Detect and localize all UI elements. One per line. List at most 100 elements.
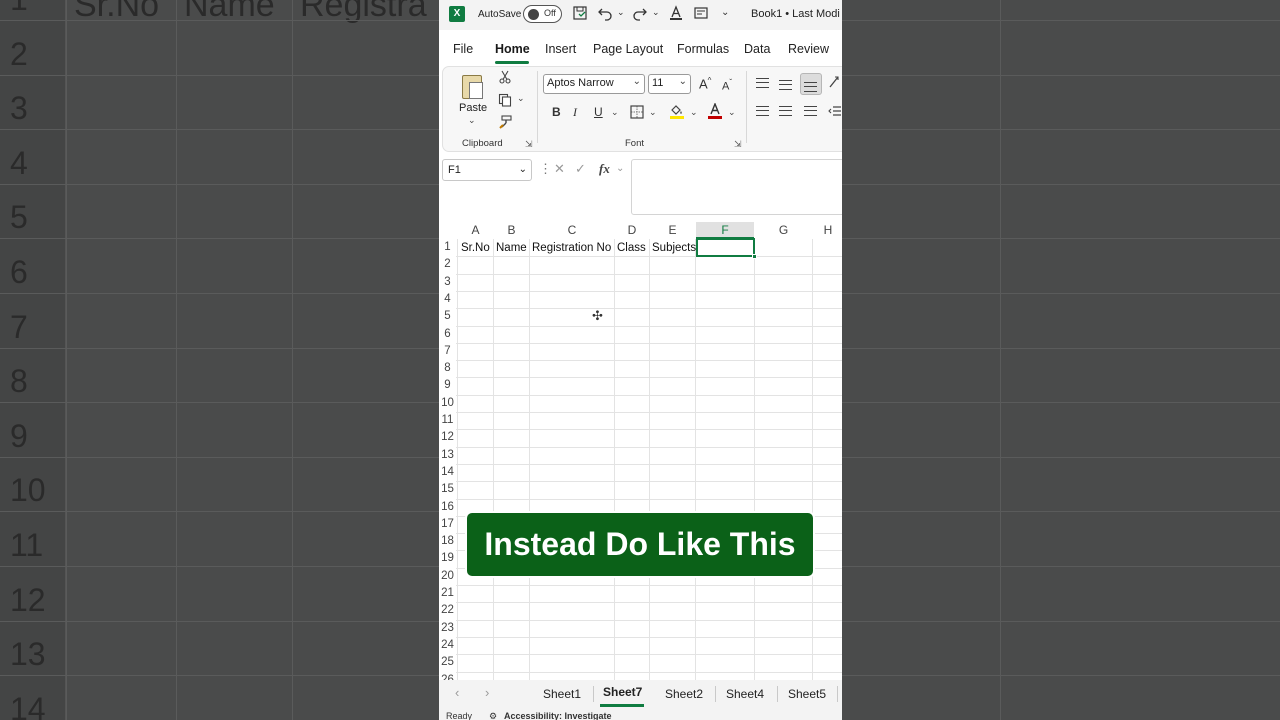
insert-function-icon[interactable]: fx: [599, 161, 610, 177]
next-sheet-icon[interactable]: ›: [485, 685, 489, 700]
tab-file[interactable]: File: [453, 42, 473, 56]
row-header[interactable]: 6: [439, 326, 456, 343]
font-launcher-icon[interactable]: ⇲: [734, 139, 742, 150]
fill-color-dropdown-icon[interactable]: ⌄: [690, 107, 698, 118]
clipboard-launcher-icon[interactable]: ⇲: [525, 139, 533, 150]
align-center-icon[interactable]: [779, 106, 792, 116]
font-size-combo[interactable]: 11 ⌄: [648, 74, 691, 94]
accessibility-icon[interactable]: ⚙: [489, 711, 497, 720]
borders-icon[interactable]: [630, 105, 644, 122]
column-header-b[interactable]: B: [494, 222, 529, 239]
fill-handle[interactable]: [752, 254, 757, 259]
customize-toolbar-icon[interactable]: ⌄: [721, 7, 729, 18]
tab-formulas[interactable]: Formulas: [677, 42, 729, 56]
cell-d1[interactable]: Class: [617, 240, 646, 256]
paste-button[interactable]: Paste: [459, 102, 487, 114]
paste-icon[interactable]: [459, 72, 485, 100]
row-header[interactable]: 12: [439, 429, 456, 446]
name-box-dropdown-icon[interactable]: ⌄: [519, 164, 527, 175]
tab-review[interactable]: Review: [788, 42, 829, 56]
orientation-icon[interactable]: [828, 75, 842, 92]
name-box[interactable]: F1 ⌄: [442, 159, 532, 181]
row-header[interactable]: 8: [439, 360, 456, 377]
row-header[interactable]: 22: [439, 602, 456, 619]
column-header-g[interactable]: G: [755, 222, 812, 239]
row-header[interactable]: 16: [439, 499, 456, 516]
italic-button[interactable]: I: [573, 105, 577, 120]
font-name-dropdown-icon[interactable]: ⌄: [633, 76, 641, 87]
copy-dropdown-icon[interactable]: ⌄: [517, 93, 525, 104]
row-header[interactable]: 3: [439, 274, 456, 291]
row-header[interactable]: 24: [439, 637, 456, 654]
increase-font-size-button[interactable]: A^: [699, 76, 711, 91]
sheet-tab-sheet5[interactable]: Sheet5: [788, 687, 826, 701]
row-header[interactable]: 26: [439, 672, 456, 681]
row-header[interactable]: 5: [439, 308, 456, 325]
row-header[interactable]: 4: [439, 291, 456, 308]
row-header[interactable]: 25: [439, 654, 456, 671]
column-header-f[interactable]: F: [696, 222, 754, 239]
decrease-indent-icon[interactable]: [828, 104, 842, 121]
bold-button[interactable]: B: [552, 105, 561, 119]
borders-dropdown-icon[interactable]: ⌄: [649, 107, 657, 118]
cut-icon[interactable]: [498, 70, 512, 87]
prev-sheet-icon[interactable]: ‹: [455, 685, 459, 700]
column-header-a[interactable]: A: [458, 222, 493, 239]
row-header[interactable]: 7: [439, 343, 456, 360]
sheet-tab-sheet1[interactable]: Sheet1: [543, 687, 581, 701]
align-middle-icon[interactable]: [779, 80, 792, 90]
row-header[interactable]: 17: [439, 516, 456, 533]
active-cell-f1[interactable]: [696, 238, 757, 259]
align-left-icon[interactable]: [756, 106, 769, 116]
form-icon[interactable]: [693, 5, 709, 24]
fill-color-icon[interactable]: [669, 103, 685, 122]
row-header[interactable]: 1: [439, 239, 456, 256]
row-header[interactable]: 13: [439, 447, 456, 464]
underline-dropdown-icon[interactable]: ⌄: [611, 107, 619, 118]
sheet-tab-sheet2[interactable]: Sheet2: [665, 687, 703, 701]
redo-dropdown-icon[interactable]: ⌄: [652, 7, 660, 18]
save-icon[interactable]: [572, 5, 588, 24]
row-header[interactable]: 10: [439, 395, 456, 412]
row-header[interactable]: 9: [439, 377, 456, 394]
row-header[interactable]: 23: [439, 620, 456, 637]
column-header-c[interactable]: C: [530, 222, 614, 239]
redo-icon[interactable]: [632, 5, 648, 24]
column-header-e[interactable]: E: [650, 222, 695, 239]
cell-a1[interactable]: Sr.No: [461, 240, 490, 256]
row-header[interactable]: 15: [439, 481, 456, 498]
tab-home[interactable]: Home: [495, 42, 530, 56]
cell-b1[interactable]: Name: [496, 240, 527, 256]
font-color-quick-icon[interactable]: [668, 5, 684, 24]
row-header[interactable]: 20: [439, 568, 456, 585]
paste-dropdown-icon[interactable]: ⌄: [468, 115, 476, 126]
tab-data[interactable]: Data: [744, 42, 770, 56]
undo-icon[interactable]: [597, 5, 613, 24]
sheet-tab-sheet4[interactable]: Sheet4: [726, 687, 764, 701]
underline-button[interactable]: U: [594, 105, 603, 119]
font-color-icon[interactable]: [707, 102, 723, 122]
align-right-icon[interactable]: [804, 106, 817, 116]
row-header[interactable]: 18: [439, 533, 456, 550]
format-painter-icon[interactable]: [498, 115, 512, 132]
font-size-dropdown-icon[interactable]: ⌄: [679, 76, 687, 87]
cancel-entry-icon[interactable]: ✕: [554, 161, 565, 177]
row-header[interactable]: 19: [439, 550, 456, 567]
copy-icon[interactable]: [498, 93, 512, 110]
column-header-h[interactable]: H: [813, 222, 842, 239]
sheet-tab-sheet7[interactable]: Sheet7: [603, 685, 642, 699]
font-name-combo[interactable]: Aptos Narrow ⌄: [543, 74, 645, 94]
row-header[interactable]: 21: [439, 585, 456, 602]
more-options-icon[interactable]: ⋮: [539, 161, 552, 177]
decrease-font-size-button[interactable]: Aˇ: [722, 78, 732, 93]
row-header[interactable]: 14: [439, 464, 456, 481]
align-bottom-icon[interactable]: [804, 82, 817, 92]
row-header[interactable]: 2: [439, 256, 456, 273]
cell-c1[interactable]: Registration No: [532, 240, 611, 256]
tab-page-layout[interactable]: Page Layout: [593, 42, 663, 56]
tab-insert[interactable]: Insert: [545, 42, 576, 56]
undo-dropdown-icon[interactable]: ⌄: [617, 7, 625, 18]
confirm-entry-icon[interactable]: ✓: [575, 161, 586, 177]
formula-input[interactable]: [631, 159, 842, 215]
cell-e1[interactable]: Subjects: [652, 240, 696, 256]
